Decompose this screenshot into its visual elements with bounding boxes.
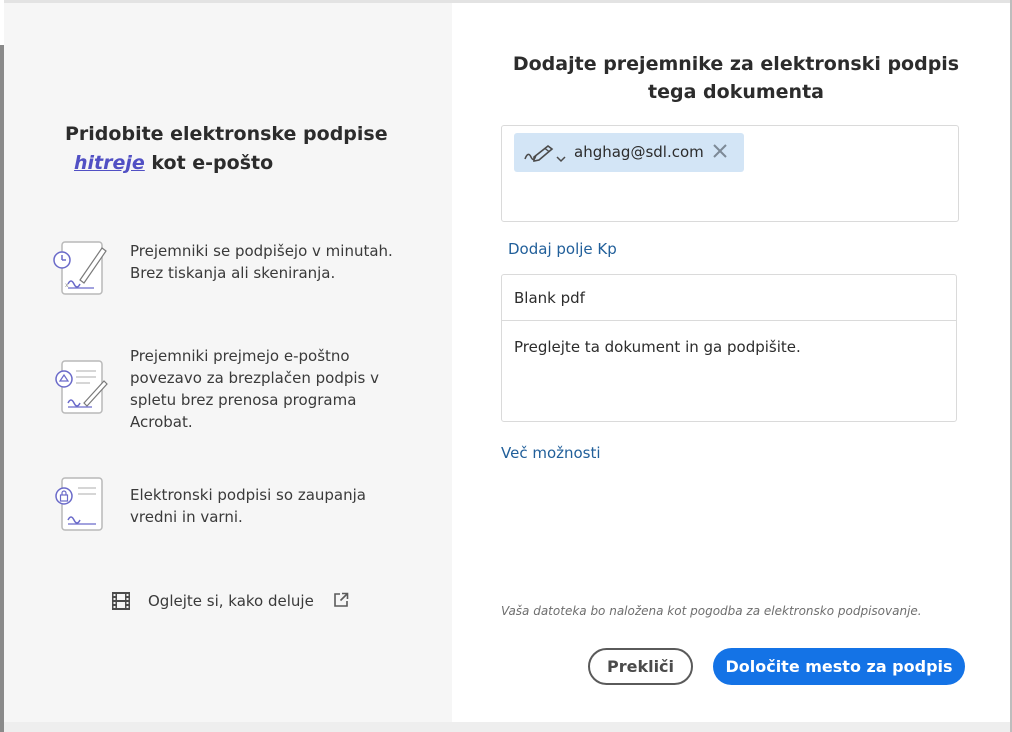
promo-title: Pridobite elektronske podpise hitreje ko… xyxy=(65,120,425,178)
recipient-chip[interactable]: ahghag@sdl.com xyxy=(514,133,744,172)
promo-title-rest: kot e-pošto xyxy=(151,152,274,174)
watch-video-link[interactable]: Oglejte si, kako deluje xyxy=(112,590,362,614)
signer-role-icon[interactable] xyxy=(522,143,554,167)
add-cc-link[interactable]: Dodaj polje Kp xyxy=(508,240,617,258)
app-window: Pridobite elektronske podpise hitreje ko… xyxy=(0,0,1012,732)
secure-document-icon xyxy=(50,476,110,538)
cancel-button[interactable]: Prekliči xyxy=(588,648,693,685)
film-icon xyxy=(112,592,130,614)
svg-text:x: x xyxy=(65,282,69,289)
feature-text: Prejemniki se podpišejo v minutah. Brez … xyxy=(130,242,393,282)
external-link-icon[interactable] xyxy=(333,592,349,612)
promo-title-line1: Pridobite elektronske podpise xyxy=(65,123,388,145)
feature-text: Prejemniki prejmejo e-poštno povezavo za… xyxy=(130,347,379,431)
feature-text: Elektronski podpisi so zaupanja vredni i… xyxy=(130,486,366,526)
promo-title-line2: hitreje kot e-pošto xyxy=(65,149,425,178)
document-details-box: Preglejte ta dokument in ga podpišite. xyxy=(501,274,957,422)
message-field[interactable]: Preglejte ta dokument in ga podpišite. xyxy=(502,322,956,421)
watch-video-label[interactable]: Oglejte si, kako deluje xyxy=(148,592,314,610)
email-signature-icon xyxy=(50,359,110,421)
close-icon[interactable] xyxy=(712,143,728,163)
promo-title-emphasis: hitreje xyxy=(74,152,145,174)
window-bottom-strip xyxy=(4,722,1010,732)
dialog-title: Dodajte prejemnike za elektronski podpis… xyxy=(512,53,960,103)
chevron-down-icon[interactable] xyxy=(556,148,566,167)
more-options-link[interactable]: Več možnosti xyxy=(501,444,601,462)
document-name-field[interactable] xyxy=(502,275,956,321)
recipients-field[interactable]: ahghag@sdl.com xyxy=(501,125,959,222)
upload-note: Vaša datoteka bo naložena kot pogodba za… xyxy=(501,604,922,618)
recipient-email: ahghag@sdl.com xyxy=(574,143,704,161)
signing-clock-icon: x xyxy=(50,240,110,302)
specify-signature-location-button[interactable]: Določite mesto za podpis xyxy=(713,648,965,685)
